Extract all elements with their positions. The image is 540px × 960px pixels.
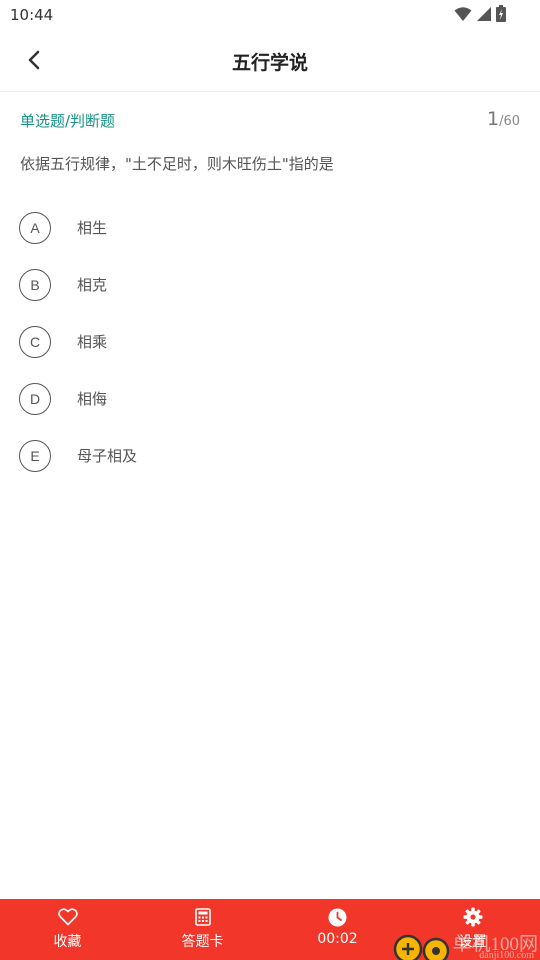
option-text: 母子相及: [77, 447, 138, 465]
app-header: 五行学说: [0, 30, 540, 92]
options-list: A 相生 B 相克 C 相乘 D 相侮 E 母子相及: [19, 199, 519, 484]
option-text: 相乘: [77, 333, 108, 351]
question-type-label: 单选题/判断题: [20, 112, 116, 130]
option-a[interactable]: A 相生: [19, 199, 519, 256]
timer-button[interactable]: 00:02: [270, 899, 405, 960]
status-time: 10:44: [10, 6, 54, 24]
settings-button[interactable]: 设置: [405, 899, 540, 960]
question-counter: 1/60: [487, 108, 520, 130]
settings-label: 设置: [458, 934, 487, 950]
heart-icon: [57, 907, 78, 927]
status-bar: 10:44: [0, 0, 540, 30]
question-total: /60: [499, 114, 520, 129]
option-letter: A: [19, 211, 51, 244]
option-letter: E: [19, 439, 51, 472]
option-e[interactable]: E 母子相及: [19, 427, 519, 484]
calculator-icon: [194, 907, 211, 927]
page-title: 五行学说: [231, 52, 308, 74]
option-letter: C: [19, 325, 51, 358]
option-letter: B: [19, 268, 51, 301]
wifi-icon: [454, 6, 472, 26]
favorite-button[interactable]: 收藏: [0, 899, 135, 960]
clock-icon: [328, 907, 347, 927]
option-text: 相克: [77, 276, 108, 294]
answer-card-label: 答题卡: [181, 934, 224, 950]
timer-text: 00:02: [317, 931, 358, 947]
favorite-label: 收藏: [53, 934, 82, 950]
question-text: 依据五行规律，"土不足时，则木旺伤土"指的是: [20, 155, 334, 173]
answer-card-button[interactable]: 答题卡: [135, 899, 270, 960]
signal-icon: [476, 6, 492, 26]
option-text: 相侮: [77, 390, 108, 408]
status-icons: [454, 5, 506, 26]
gear-icon: [463, 907, 483, 927]
option-c[interactable]: C 相乘: [19, 313, 519, 370]
option-letter: D: [19, 382, 51, 415]
option-b[interactable]: B 相克: [19, 256, 519, 313]
battery-icon: [496, 5, 506, 26]
option-text: 相生: [77, 219, 108, 237]
question-current: 1: [486, 108, 500, 130]
bottom-bar: 收藏 答题卡 00:02 设置 单机100网 danji100.com: [0, 899, 540, 960]
option-d[interactable]: D 相侮: [19, 370, 519, 427]
